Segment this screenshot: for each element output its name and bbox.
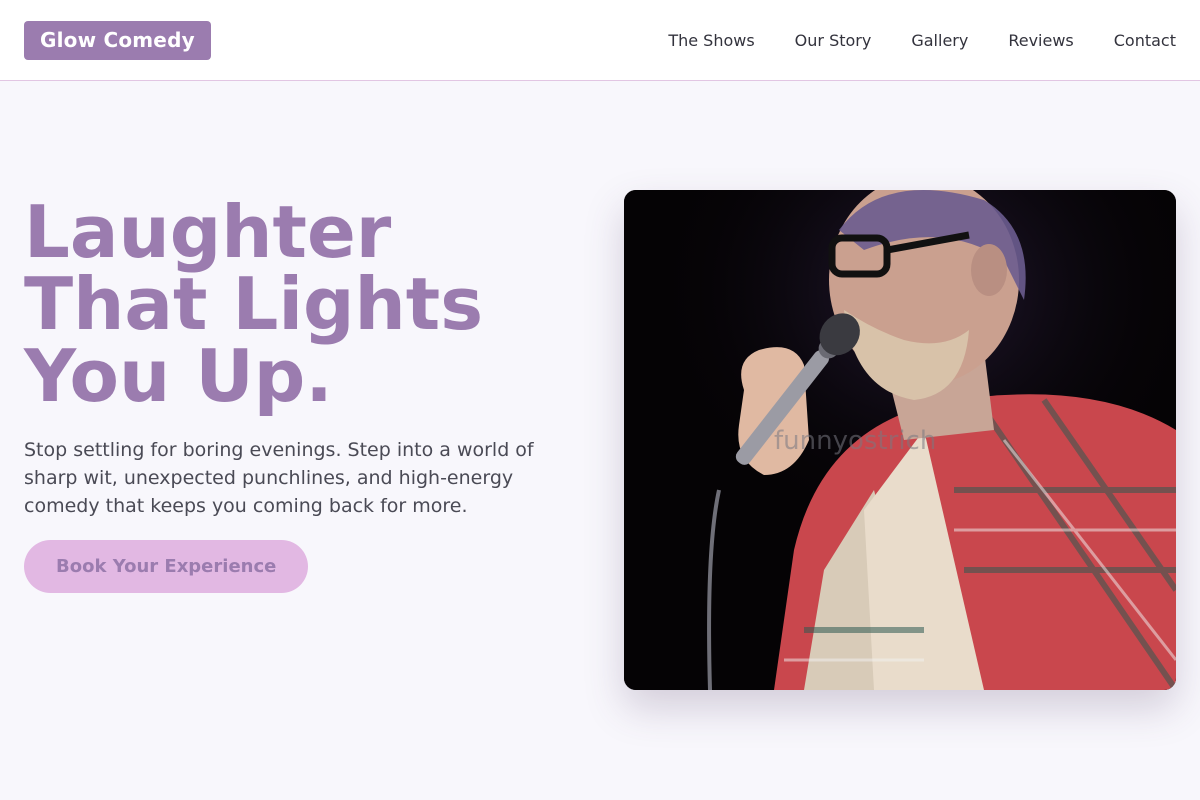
book-experience-button[interactable]: Book Your Experience <box>24 540 309 593</box>
top-navbar: Glow Comedy The Shows Our Story Gallery … <box>0 0 1200 81</box>
nav-link-reviews[interactable]: Reviews <box>1008 31 1073 50</box>
nav-link-contact[interactable]: Contact <box>1114 31 1176 50</box>
hero-description: Stop settling for boring evenings. Step … <box>24 439 534 517</box>
nav-link-our-story[interactable]: Our Story <box>795 31 872 50</box>
nav-link-gallery[interactable]: Gallery <box>911 31 968 50</box>
brand-logo[interactable]: Glow Comedy <box>24 20 211 60</box>
hero-text-section: Laughter That Lights You Up. Stop settli… <box>24 196 564 593</box>
hero-image: funnyostrich <box>624 190 1176 690</box>
nav-link-the-shows[interactable]: The Shows <box>668 31 754 50</box>
image-watermark: funnyostrich <box>774 426 937 456</box>
hero-title: Laughter That Lights You Up. <box>24 190 484 418</box>
main-nav: The Shows Our Story Gallery Reviews Cont… <box>668 31 1176 50</box>
